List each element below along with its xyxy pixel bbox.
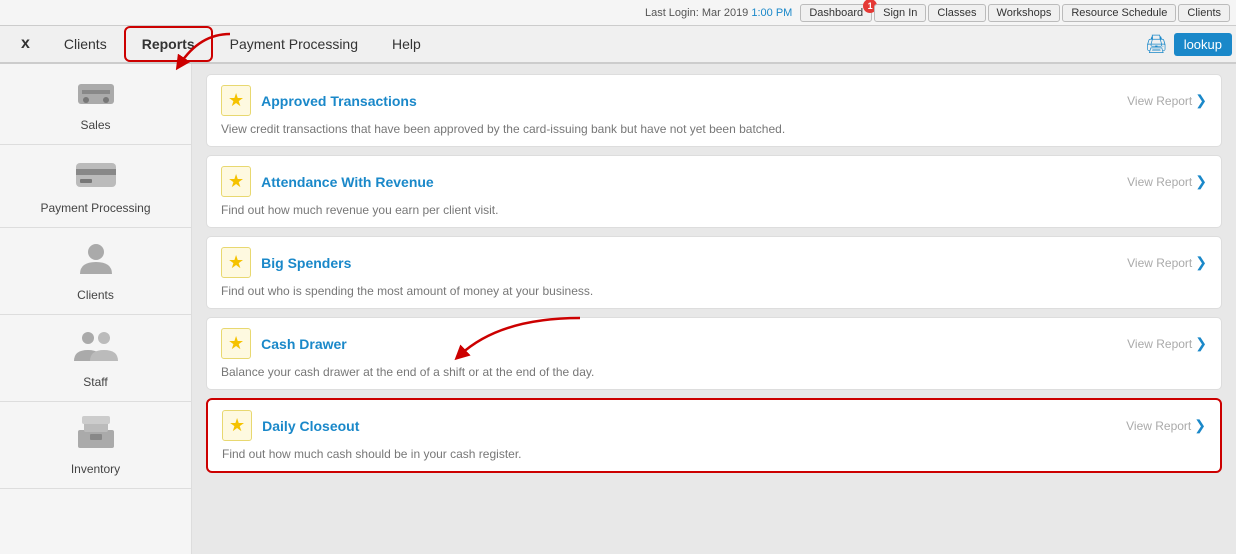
- report-title-0[interactable]: Approved Transactions: [261, 93, 417, 109]
- inventory-icon: [74, 414, 118, 458]
- sidebar-item-staff[interactable]: Staff: [0, 315, 191, 402]
- sidebar-item-sales[interactable]: Sales: [0, 64, 191, 145]
- staff-icon: [70, 327, 122, 371]
- view-report-arrow-4: ❯: [1194, 417, 1206, 434]
- nav-item-help[interactable]: Help: [375, 26, 438, 62]
- sidebar-label-inventory: Inventory: [71, 462, 120, 476]
- nav-item-clients[interactable]: Clients: [47, 26, 124, 62]
- star-icon-4[interactable]: ★: [222, 410, 252, 441]
- dashboard-button[interactable]: Dashboard 1: [800, 4, 872, 22]
- printer-icon[interactable]: 🖨: [1145, 34, 1168, 55]
- report-title-area: ★ Approved Transactions: [221, 85, 417, 116]
- nav-item-x[interactable]: x: [4, 26, 47, 62]
- view-report-arrow-2: ❯: [1195, 254, 1207, 271]
- view-report-arrow-1: ❯: [1195, 173, 1207, 190]
- report-card-header-4: ★ Daily Closeout View Report ❯: [222, 410, 1206, 441]
- clients-icon: [74, 240, 118, 284]
- nav-item-reports[interactable]: Reports: [124, 26, 213, 62]
- report-card-approved-transactions: ★ Approved Transactions View Report ❯ Vi…: [206, 74, 1222, 147]
- star-icon-0[interactable]: ★: [221, 85, 251, 116]
- nav-item-payment-processing[interactable]: Payment Processing: [213, 26, 375, 62]
- classes-button[interactable]: Classes: [928, 4, 985, 22]
- report-desc-3: Balance your cash drawer at the end of a…: [221, 365, 1207, 379]
- report-title-2[interactable]: Big Spenders: [261, 255, 351, 271]
- layout: Sales Payment Processing: [0, 64, 1236, 554]
- login-info: Last Login: Mar 2019 1:00 PM: [645, 7, 792, 19]
- sidebar: Sales Payment Processing: [0, 64, 192, 554]
- lookup-button[interactable]: lookup: [1174, 33, 1232, 56]
- sidebar-item-clients[interactable]: Clients: [0, 228, 191, 315]
- report-card-header-3: ★ Cash Drawer View Report ❯: [221, 328, 1207, 359]
- clients-top-button[interactable]: Clients: [1178, 4, 1230, 22]
- report-card-big-spenders: ★ Big Spenders View Report ❯ Find out wh…: [206, 236, 1222, 309]
- payment-processing-icon: [74, 157, 118, 197]
- top-bar-right: Dashboard 1 Sign In Classes Workshops Re…: [800, 4, 1230, 22]
- sidebar-label-sales: Sales: [80, 118, 110, 132]
- report-desc-2: Find out who is spending the most amount…: [221, 284, 1207, 298]
- report-title-area-1: ★ Attendance With Revenue: [221, 166, 434, 197]
- report-card-header-2: ★ Big Spenders View Report ❯: [221, 247, 1207, 278]
- view-report-arrow-3: ❯: [1195, 335, 1207, 352]
- report-card-header: ★ Approved Transactions View Report ❯: [221, 85, 1207, 116]
- sidebar-label-clients: Clients: [77, 288, 114, 302]
- view-report-1[interactable]: View Report ❯: [1127, 173, 1207, 190]
- report-title-area-3: ★ Cash Drawer: [221, 328, 347, 359]
- report-card-header-1: ★ Attendance With Revenue View Report ❯: [221, 166, 1207, 197]
- sidebar-item-payment-processing[interactable]: Payment Processing: [0, 145, 191, 228]
- star-icon-1[interactable]: ★: [221, 166, 251, 197]
- sidebar-item-inventory[interactable]: Inventory: [0, 402, 191, 489]
- view-report-3[interactable]: View Report ❯: [1127, 335, 1207, 352]
- report-title-area-4: ★ Daily Closeout: [222, 410, 359, 441]
- main-nav: x Clients Reports Payment Processing Hel…: [0, 26, 1236, 64]
- report-card-cash-drawer: ★ Cash Drawer View Report ❯ Balance your…: [206, 317, 1222, 390]
- view-report-arrow-0: ❯: [1195, 92, 1207, 109]
- login-link[interactable]: 1:00 PM: [751, 7, 792, 19]
- resource-schedule-button[interactable]: Resource Schedule: [1062, 4, 1176, 22]
- sign-in-button[interactable]: Sign In: [874, 4, 926, 22]
- sales-icon: [76, 76, 116, 114]
- report-title-4[interactable]: Daily Closeout: [262, 418, 359, 434]
- report-card-attendance: ★ Attendance With Revenue View Report ❯ …: [206, 155, 1222, 228]
- sidebar-label-staff: Staff: [83, 375, 107, 389]
- report-title-1[interactable]: Attendance With Revenue: [261, 174, 434, 190]
- sidebar-label-payment: Payment Processing: [40, 201, 150, 215]
- view-report-4[interactable]: View Report ❯: [1126, 417, 1206, 434]
- main-nav-right: 🖨 lookup: [1145, 33, 1232, 56]
- report-card-daily-closeout: ★ Daily Closeout View Report ❯ Find out …: [206, 398, 1222, 473]
- view-report-2[interactable]: View Report ❯: [1127, 254, 1207, 271]
- top-bar: Last Login: Mar 2019 1:00 PM Dashboard 1…: [0, 0, 1236, 26]
- report-title-3[interactable]: Cash Drawer: [261, 336, 347, 352]
- view-report-0[interactable]: View Report ❯: [1127, 92, 1207, 109]
- report-title-area-2: ★ Big Spenders: [221, 247, 351, 278]
- report-desc-1: Find out how much revenue you earn per c…: [221, 203, 1207, 217]
- workshops-button[interactable]: Workshops: [988, 4, 1061, 22]
- star-icon-2[interactable]: ★: [221, 247, 251, 278]
- star-icon-3[interactable]: ★: [221, 328, 251, 359]
- report-desc-4: Find out how much cash should be in your…: [222, 447, 1206, 461]
- main-content: ★ Approved Transactions View Report ❯ Vi…: [192, 64, 1236, 554]
- report-desc-0: View credit transactions that have been …: [221, 122, 1207, 136]
